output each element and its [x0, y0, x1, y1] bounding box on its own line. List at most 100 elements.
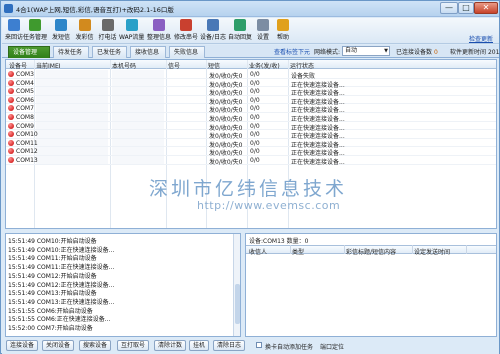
wap-icon	[125, 19, 138, 31]
toolbar-button-modify-imei[interactable]: 修改串号	[174, 19, 198, 43]
biz-count: 0/0	[250, 105, 260, 113]
phone-cell	[112, 121, 164, 130]
task-column-header[interactable]: 类型	[292, 247, 304, 256]
window-title: 4合1(WAP上网,短信,彩信,语音互打)+改码2.1-16口版	[16, 6, 174, 14]
biz-count: 0/0	[250, 148, 260, 156]
settings-icon	[257, 19, 269, 31]
bottom-button-5[interactable]: 清除计数	[154, 340, 187, 351]
network-mode-select[interactable]: 自动 ▼	[342, 46, 390, 56]
device-row[interactable]: COM10 发0/收0/失0 0/0 正在快速连接设备...	[6, 130, 496, 140]
home-icon	[7, 19, 20, 31]
status-dot-icon	[8, 88, 14, 95]
help-icon	[277, 19, 289, 31]
log-line: 15:51:49 COM13:开始启动设备	[8, 290, 97, 298]
check-update-link[interactable]: 检查更新	[469, 34, 493, 43]
grid-column-header[interactable]: 本机号码	[112, 61, 136, 70]
close-button[interactable]: ✕	[474, 2, 498, 14]
toolbar-button-label: 设备/日志	[200, 34, 227, 41]
imei-cell	[36, 130, 108, 138]
device-row[interactable]: COM5 发0/收0/失0 0/0 正在快速连接设备...	[6, 87, 496, 97]
log-line: 15:51:49 COM10:正在快速连接设备...	[8, 246, 115, 254]
task-column-header[interactable]: 收信人	[249, 247, 267, 256]
toolbar-button-mms[interactable]: 发彩信	[74, 19, 95, 43]
view-tag-link[interactable]: 查看标签下元	[274, 47, 310, 56]
toolbar-button-settings[interactable]: 设置	[254, 19, 272, 43]
toolbar-button-sms[interactable]: 发短信	[50, 19, 72, 43]
tasks-icon	[29, 19, 41, 31]
tab-2[interactable]: 待发任务	[53, 46, 89, 58]
grid-column-header[interactable]: 当前IMEI	[36, 61, 61, 70]
device-port: COM3	[16, 71, 34, 78]
tab-1[interactable]: 设备管理	[8, 46, 50, 58]
watermark-company: 深圳市亿纬信息技术	[149, 178, 348, 200]
mms-icon	[78, 19, 91, 31]
bottom-button-1[interactable]: 连接设备	[6, 340, 39, 351]
device-row[interactable]: COM9 发0/收0/失0 0/0 正在快速连接设备...	[6, 121, 496, 132]
device-row[interactable]: COM13 发0/收0/失0 0/0 正在快速连接设备...	[6, 156, 496, 166]
grid-column-header[interactable]: 运行状态	[290, 61, 314, 70]
bottom-button-7[interactable]: 清除日志	[213, 340, 246, 351]
phone-cell	[112, 78, 164, 87]
software-update-time: 软件更新时间 2013-07-10	[450, 49, 500, 56]
task-column-divider	[412, 245, 413, 254]
device-row[interactable]: COM12 发0/收0/失0 0/0 正在快速连接设备...	[6, 147, 496, 157]
task-column-header[interactable]: 设定发送时间	[414, 247, 450, 256]
grid-column-header[interactable]: 短信	[208, 61, 220, 70]
device-port: COM6	[16, 96, 34, 104]
tab-3[interactable]: 已发任务	[92, 46, 127, 58]
bottom-button-4[interactable]: 互打取号	[117, 340, 150, 351]
log-panel[interactable]: 15:51:49 COM10:开始启动设备 15:51:49 COM10:正在快速…	[5, 233, 241, 337]
tab-5[interactable]: 失败信息	[169, 46, 205, 58]
log-line: 15:51:49 COM12:正在快速连接设备...	[8, 281, 115, 289]
toolbar-button-organize[interactable]: 整理信息	[146, 19, 172, 43]
device-port: COM13	[16, 157, 38, 164]
phone-cell	[112, 138, 164, 147]
bottom-button-2[interactable]: 关闭设备	[42, 340, 75, 351]
grid-column-header[interactable]: 设备号	[9, 61, 27, 70]
grid-column-header[interactable]: 信号	[168, 61, 180, 70]
device-port: COM11	[16, 139, 38, 147]
toolbar-button-phone[interactable]: 打电话	[97, 19, 118, 43]
bottom-button-3[interactable]: 搜索设备	[79, 340, 112, 351]
toolbar-button-label: 打电话	[98, 34, 117, 41]
device-row[interactable]: COM6 发0/收0/失0 0/0 正在快速连接设备...	[6, 95, 496, 106]
device-row[interactable]: COM11 发0/收0/失0 0/0 正在快速连接设备...	[6, 138, 496, 149]
bottom-button-6[interactable]: 挂机	[189, 340, 210, 351]
auto-reply-icon	[234, 19, 246, 31]
toolbar-button-label: 任务管理	[23, 34, 48, 41]
maximize-button[interactable]: □	[458, 2, 474, 14]
toolbar-button-home[interactable]: 来回访	[5, 19, 23, 43]
watermark-url: http://www.evemsc.com	[197, 199, 341, 212]
phone-cell	[112, 147, 164, 155]
toolbar-button-help[interactable]: 帮助	[274, 19, 292, 43]
tab-4[interactable]: 接收信息	[130, 46, 166, 58]
device-row[interactable]: COM7 发0/收0/失0 0/0 正在快速连接设备...	[6, 104, 496, 114]
toolbar-button-label: 帮助	[276, 34, 289, 41]
log-line: 15:51:49 COM12:开始启动设备	[8, 272, 97, 280]
grid-column-header[interactable]: 业务(发/收)	[249, 61, 280, 70]
auto-add-task-checkbox[interactable]	[256, 342, 262, 348]
device-port: COM10	[16, 131, 38, 139]
device-row[interactable]: COM3 发0/收0/失0 0/0 设备失败	[6, 70, 496, 80]
imei-cell	[36, 147, 108, 155]
device-row[interactable]: COM4 发0/收0/失0 0/0 正在快速连接设备...	[6, 78, 496, 89]
minimize-button[interactable]: —	[440, 2, 458, 14]
phone-cell	[112, 130, 164, 138]
device-row[interactable]: COM8 发0/收0/失0 0/0 正在快速连接设备...	[6, 113, 496, 123]
toolbar-button-device-log[interactable]: 设备/日志	[200, 19, 226, 43]
toolbar-button-tasks[interactable]: 任务管理	[23, 19, 47, 43]
log-scrollbar[interactable]	[233, 234, 240, 336]
toolbar-button-wap[interactable]: WAP流量	[119, 19, 144, 43]
port-locate-label: 端口定位	[320, 344, 345, 351]
toolbar-button-auto-reply[interactable]: 自动回复	[228, 19, 252, 43]
log-line: 15:51:55 COM6:正在快速连接设备...	[8, 316, 111, 324]
task-pane: 设备:COM13 数量：0 收信人 类型 彩信标题/短信内容 设定发送时间	[245, 233, 497, 337]
task-column-header[interactable]: 彩信标题/短信内容	[346, 247, 396, 256]
status-dot-icon	[8, 148, 14, 155]
status-dot-icon	[8, 114, 14, 120]
task-table-header: 收信人 类型 彩信标题/短信内容 设定发送时间	[246, 245, 496, 256]
log-scroll-thumb[interactable]	[235, 284, 240, 324]
toolbar-button-label: WAP流量	[119, 34, 145, 41]
status-dot-icon	[8, 79, 14, 86]
toolbar-button-label: 自动回复	[228, 34, 253, 41]
